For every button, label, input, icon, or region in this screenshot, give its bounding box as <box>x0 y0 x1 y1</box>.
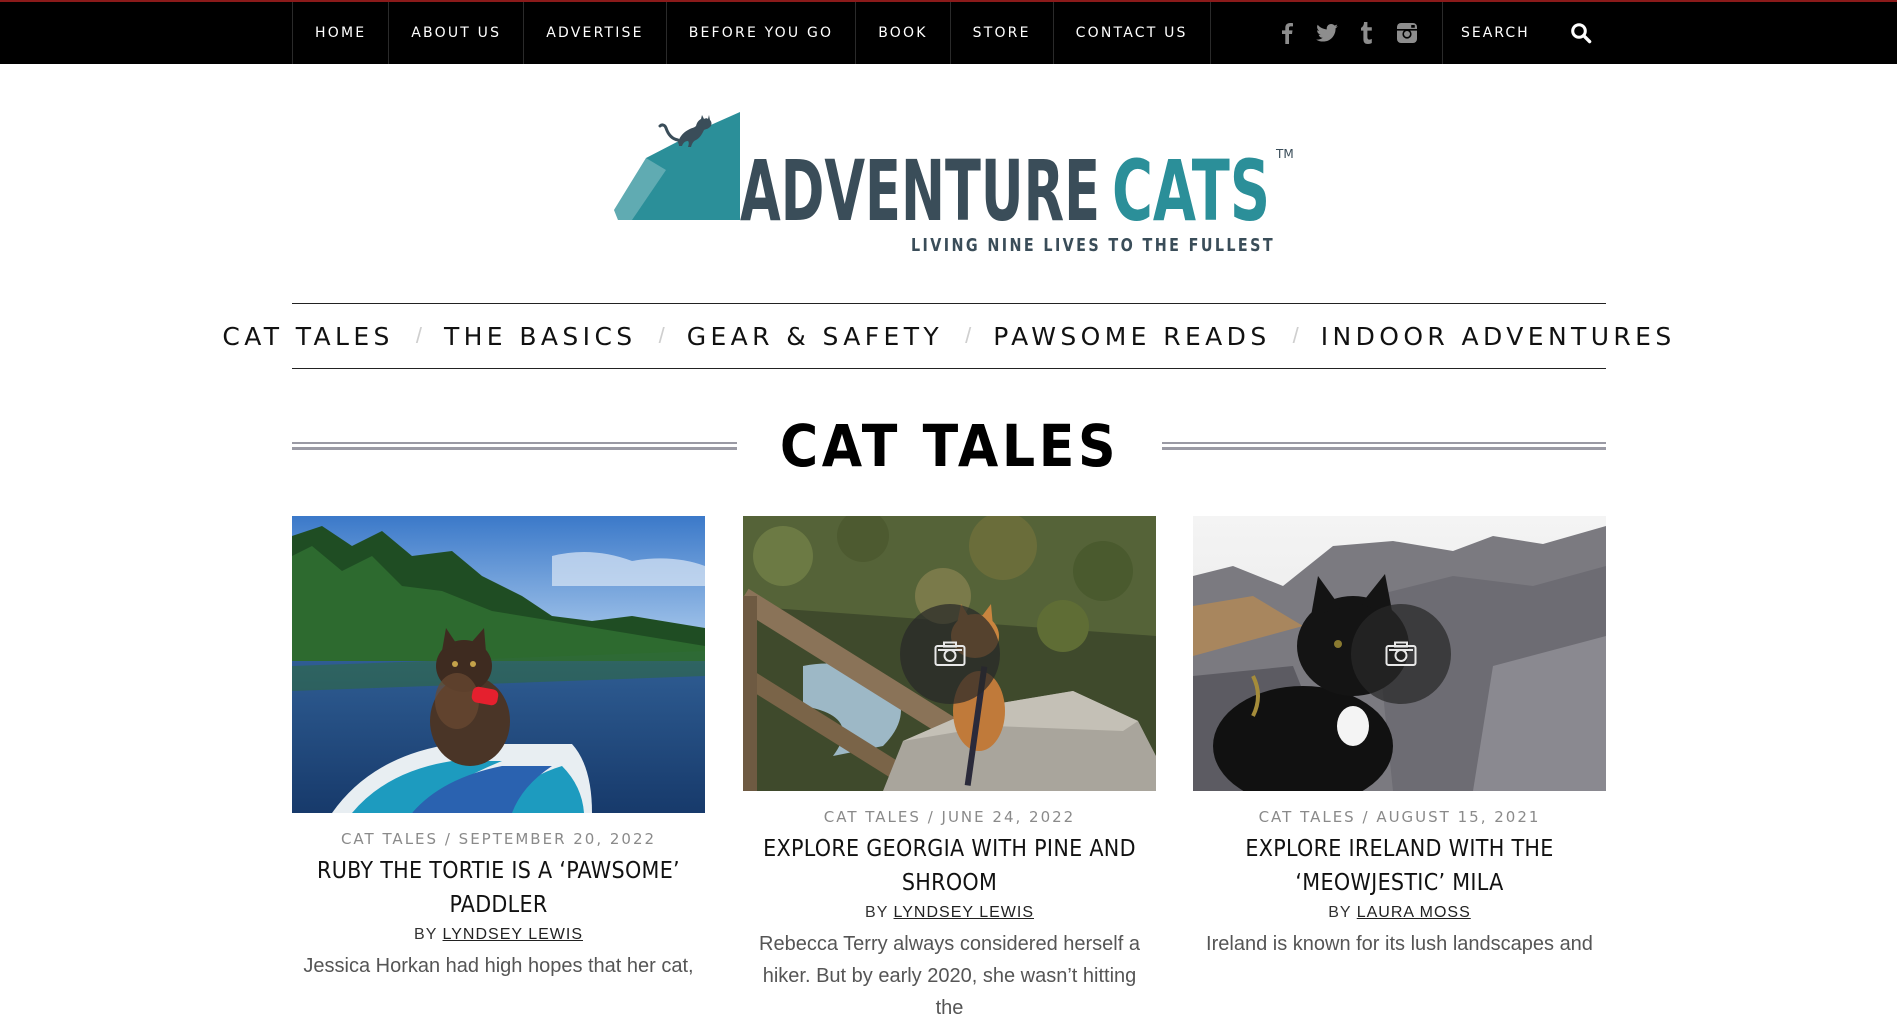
post-title[interactable]: RUBY THE TORTIE IS A ‘PAWSOME’ PADDLER <box>292 854 705 922</box>
catnav-the-basics[interactable]: THE BASICS <box>444 322 637 351</box>
social-links <box>1276 2 1443 64</box>
post-author-link[interactable]: LAURA MOSS <box>1357 904 1471 921</box>
post-card: CAT TALES / JUNE 24, 2022 EXPLORE GEORGI… <box>743 516 1156 1024</box>
catnav-separator: / <box>415 323 422 348</box>
post-category-link[interactable]: CAT TALES <box>1259 808 1356 826</box>
catnav-indoor-adventures[interactable]: INDOOR ADVENTURES <box>1321 322 1676 351</box>
tumblr-icon[interactable] <box>1356 22 1378 44</box>
category-navigation: CAT TALES / THE BASICS / GEAR & SAFETY /… <box>222 303 1671 369</box>
catnav-gear-and-safety[interactable]: GEAR & SAFETY <box>687 322 943 351</box>
post-title[interactable]: EXPLORE IRELAND WITH THE ‘MEOWJESTIC’ MI… <box>1193 832 1606 900</box>
camera-icon <box>1385 641 1417 666</box>
post-meta: CAT TALES / JUNE 24, 2022 <box>743 808 1156 826</box>
catnav-separator: / <box>1292 323 1299 348</box>
post-date: SEPTEMBER 20, 2022 <box>458 830 657 848</box>
post-author-link[interactable]: LYNDSEY LEWIS <box>443 926 583 943</box>
catnav-separator: / <box>658 323 665 348</box>
logo-tagline: LIVING NINE LIVES TO THE FULLEST <box>911 235 1275 256</box>
top-navigation: HOME ABOUT US ADVERTISE BEFORE YOU GO BO… <box>292 2 1211 64</box>
topnav-before-you-go[interactable]: BEFORE YOU GO <box>667 2 857 64</box>
byline-prefix: BY <box>414 926 438 943</box>
post-thumbnail[interactable] <box>1193 516 1606 791</box>
post-excerpt: Rebecca Terry always considered herself … <box>759 933 1140 1019</box>
topnav-book[interactable]: BOOK <box>856 2 951 64</box>
top-bar-spacer <box>1211 2 1276 64</box>
meta-separator: / <box>927 808 942 826</box>
topnav-home[interactable]: HOME <box>293 2 390 64</box>
search-box <box>1443 2 1606 64</box>
top-bar: HOME ABOUT US ADVERTISE BEFORE YOU GO BO… <box>0 0 1897 64</box>
post-card: CAT TALES / AUGUST 15, 2021 EXPLORE IREL… <box>1193 516 1606 960</box>
byline-prefix: BY <box>1328 904 1352 921</box>
post-category-link[interactable]: CAT TALES <box>824 808 921 826</box>
byline-prefix: BY <box>865 904 889 921</box>
logo-trademark: TM <box>1275 147 1294 161</box>
post-card: CAT TALES / SEPTEMBER 20, 2022 RUBY THE … <box>292 516 705 982</box>
topnav-about-us[interactable]: ABOUT US <box>389 2 525 64</box>
post-author-link[interactable]: LYNDSEY LEWIS <box>894 904 1034 921</box>
page-title: CAT TALES <box>779 412 1119 480</box>
catnav-pawsome-reads[interactable]: PAWSOME READS <box>993 322 1270 351</box>
instagram-icon[interactable] <box>1396 22 1418 44</box>
post-category-link[interactable]: CAT TALES <box>341 830 438 848</box>
twitter-icon[interactable] <box>1316 22 1338 44</box>
post-byline: BY LYNDSEY LEWIS <box>292 926 705 944</box>
post-thumbnail[interactable] <box>743 516 1156 791</box>
post-title[interactable]: EXPLORE GEORGIA WITH PINE AND SHROOM <box>743 832 1156 900</box>
post-thumbnail[interactable] <box>292 516 705 813</box>
post-byline: BY LAURA MOSS <box>1193 904 1606 922</box>
topnav-store[interactable]: STORE <box>951 2 1054 64</box>
camera-icon <box>934 641 966 666</box>
topnav-advertise[interactable]: ADVERTISE <box>524 2 667 64</box>
gallery-badge <box>1351 604 1451 704</box>
catnav-cat-tales[interactable]: CAT TALES <box>222 322 393 351</box>
facebook-icon[interactable] <box>1276 22 1298 44</box>
meta-separator: / <box>444 830 459 848</box>
section-heading: CAT TALES <box>292 406 1607 486</box>
search-input[interactable] <box>1461 25 1571 41</box>
post-date: JUNE 24, 2022 <box>941 808 1076 826</box>
catnav-separator: / <box>965 323 972 348</box>
logo-word-cats: CATS <box>1112 142 1270 240</box>
gallery-badge <box>900 604 1000 704</box>
top-bar-inner: HOME ABOUT US ADVERTISE BEFORE YOU GO BO… <box>292 2 1606 64</box>
post-date: AUGUST 15, 2021 <box>1376 808 1541 826</box>
post-byline: BY LYNDSEY LEWIS <box>743 904 1156 922</box>
site-logo[interactable]: ADVENTURE CATS TM LIVING NINE LIVES TO T… <box>596 110 1300 260</box>
post-excerpt: Ireland is known for its lush landscapes… <box>1206 933 1593 955</box>
post-excerpt: Jessica Horkan had high hopes that her c… <box>303 955 694 977</box>
topnav-contact-us[interactable]: CONTACT US <box>1054 2 1211 64</box>
heading-rule-left <box>292 442 737 450</box>
heading-rule-right <box>1161 442 1607 450</box>
meta-separator: / <box>1362 808 1377 826</box>
logo-word-adventure: ADVENTURE <box>740 142 1100 240</box>
post-meta: CAT TALES / AUGUST 15, 2021 <box>1193 808 1606 826</box>
post-meta: CAT TALES / SEPTEMBER 20, 2022 <box>292 830 705 848</box>
logo-mountain-icon <box>596 112 740 220</box>
search-icon[interactable] <box>1570 22 1592 44</box>
